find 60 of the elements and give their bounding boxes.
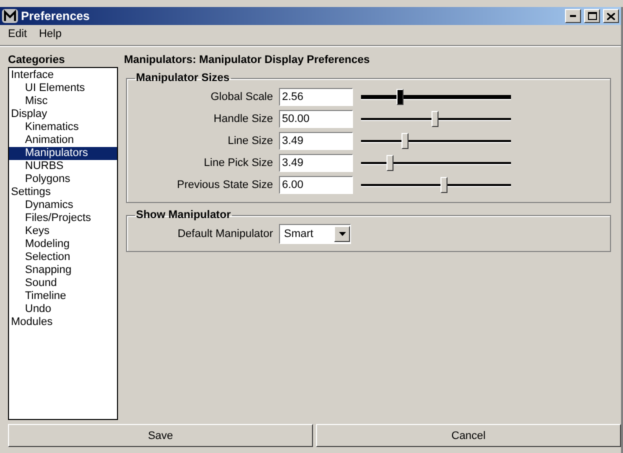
category-item[interactable]: Snapping <box>9 264 117 277</box>
category-item[interactable]: Undo <box>9 303 117 316</box>
menu-item[interactable]: Edit <box>8 28 27 42</box>
sidebar-title: Categories <box>8 54 66 66</box>
group-title: Show Manipulator <box>135 209 232 221</box>
slider-track[interactable] <box>361 140 511 142</box>
value-field[interactable]: 3.49 <box>279 154 353 172</box>
value-field[interactable]: 2.56 <box>279 88 353 106</box>
slider-thumb[interactable] <box>386 155 393 171</box>
category-item[interactable]: Modeling <box>9 238 117 251</box>
category-item[interactable]: Timeline <box>9 290 117 303</box>
close-button[interactable] <box>603 9 619 23</box>
slider-thumb[interactable] <box>396 89 404 105</box>
page-heading: Manipulators: Manipulator Display Preferences <box>124 54 371 66</box>
category-item[interactable]: UI Elements <box>9 82 117 95</box>
category-item[interactable]: Misc <box>9 95 117 108</box>
minimize-icon <box>570 15 576 17</box>
value-field[interactable]: 3.49 <box>279 132 353 150</box>
caret-icon <box>338 232 346 236</box>
field-label: Line Pick Size <box>202 157 274 169</box>
category-item[interactable]: Interface <box>9 69 117 82</box>
category-item[interactable]: Files/Projects <box>9 212 117 225</box>
category-item[interactable]: Sound <box>9 277 117 290</box>
value-field[interactable]: 50.00 <box>279 110 353 128</box>
slider-track[interactable] <box>361 162 511 164</box>
value-field[interactable]: 6.00 <box>279 176 353 194</box>
category-item[interactable]: Animation <box>9 134 117 147</box>
maximize-button[interactable] <box>584 9 600 23</box>
category-item[interactable]: Keys <box>9 225 117 238</box>
close-icon <box>607 12 615 20</box>
app-logo-icon <box>2 9 18 23</box>
slider-thumb[interactable] <box>440 177 447 193</box>
category-item[interactable]: Display <box>9 108 117 121</box>
field-label: Line Size <box>226 135 274 147</box>
category-item[interactable]: Manipulators <box>9 147 117 160</box>
category-item[interactable]: Kinematics <box>9 121 117 134</box>
menu-item[interactable]: Help <box>38 28 62 42</box>
category-item[interactable]: Settings <box>9 186 117 199</box>
slider-track[interactable] <box>361 94 511 100</box>
category-item[interactable]: Selection <box>9 251 117 264</box>
slider-thumb[interactable] <box>431 111 438 127</box>
slider-track[interactable] <box>361 184 511 186</box>
maximize-icon <box>588 12 596 20</box>
category-item[interactable]: Polygons <box>9 173 117 186</box>
window-title: Preferences <box>21 9 91 23</box>
slider-track[interactable] <box>361 118 511 120</box>
dropdown-button[interactable] <box>334 226 350 242</box>
field-label: Global Scale <box>210 91 274 103</box>
category-item[interactable]: Modules <box>9 316 117 329</box>
field-label: Handle Size <box>212 113 274 125</box>
minimize-button[interactable] <box>565 9 581 23</box>
group-title: Manipulator Sizes <box>135 72 231 84</box>
slider-thumb[interactable] <box>401 133 408 149</box>
dialog-button[interactable]: Save <box>8 424 313 447</box>
dialog-button[interactable]: Cancel <box>316 424 621 447</box>
field-label: Default Manipulator <box>176 228 274 240</box>
category-item[interactable]: Dynamics <box>9 199 117 212</box>
field-label: Previous State Size <box>176 179 274 191</box>
manipulator-dropdown[interactable]: Smart <box>279 224 351 244</box>
category-item[interactable]: NURBS <box>9 160 117 173</box>
